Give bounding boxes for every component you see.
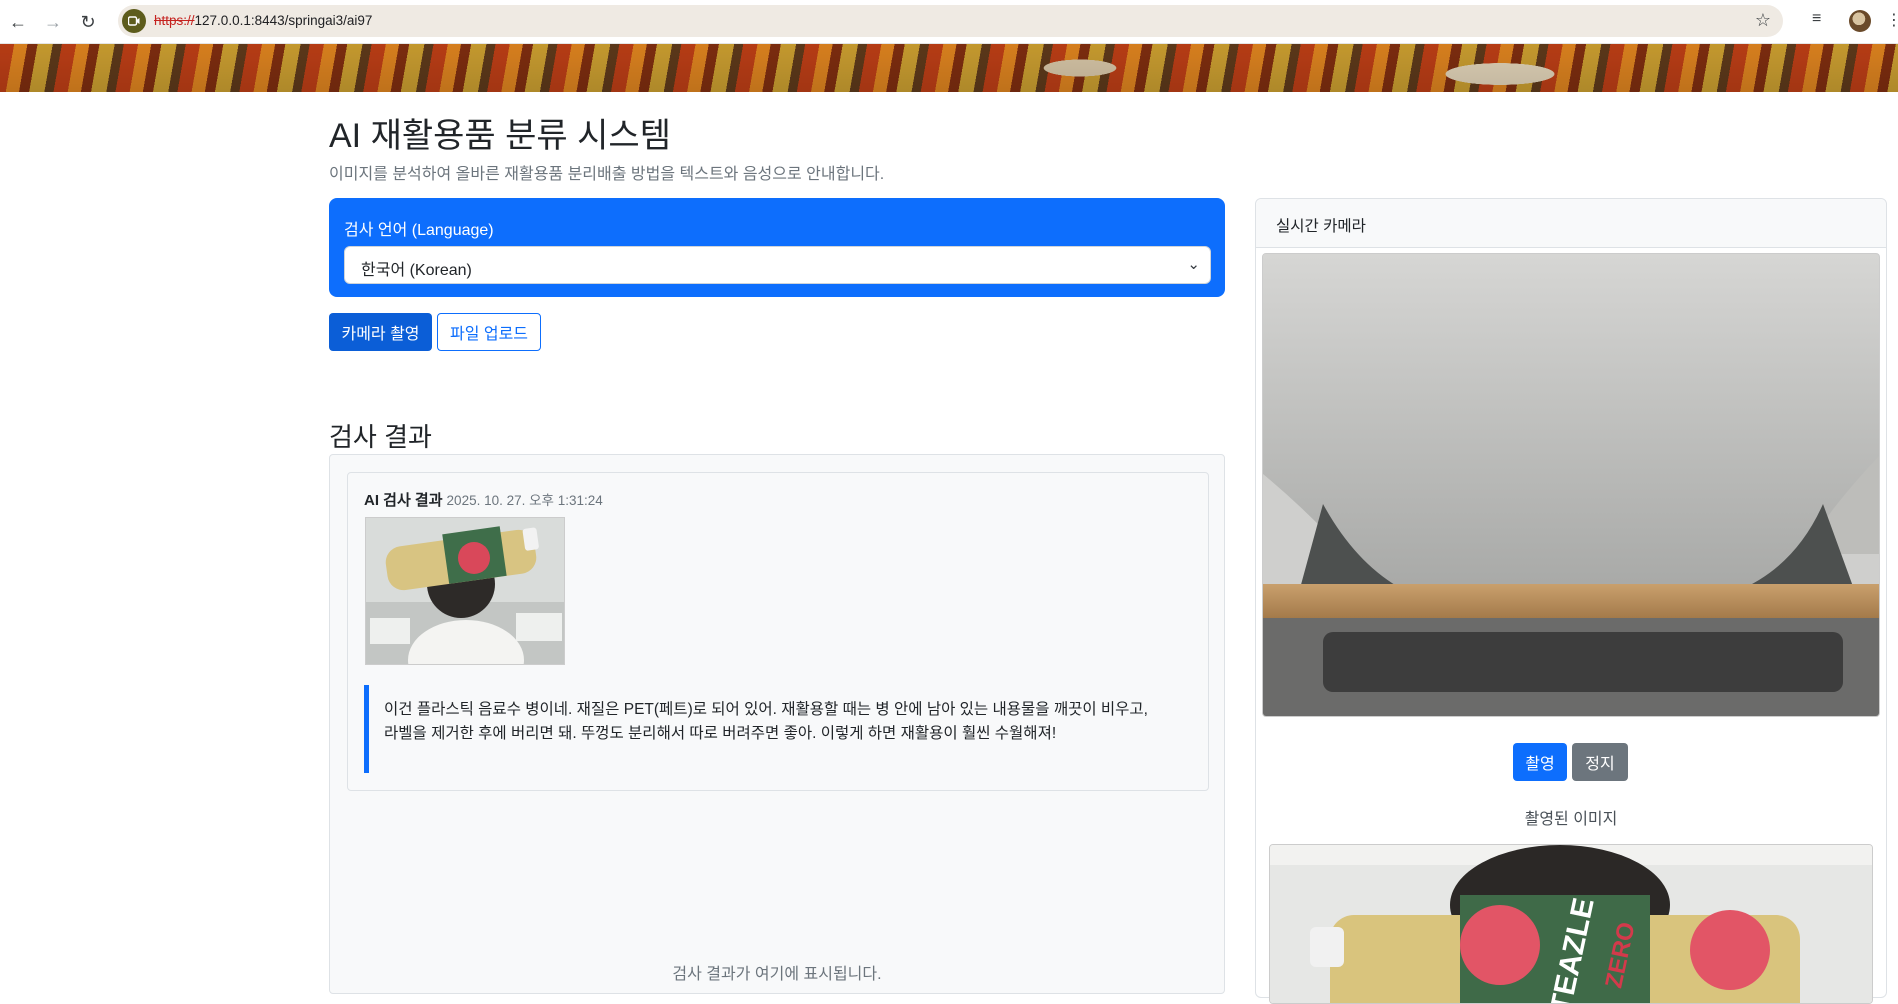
result-description: 이건 플라스틱 음료수 병이네. 재질은 PET(페트)로 되어 있어. 재활용…	[364, 685, 1176, 773]
camera-panel: 실시간 카메라 촬영 정지 촬영된 이미지 TEAZLE ZERO	[1255, 198, 1887, 1004]
captured-image-title: 촬영된 이미지	[1524, 811, 1618, 828]
file-upload-button[interactable]: 파일 업로드	[437, 313, 541, 351]
address-bar[interactable]: https://127.0.0.1:8443/springai3/ai97 ☆	[118, 5, 1783, 37]
language-label: 검사 언어 (Language)	[344, 222, 494, 239]
camera-capture-button[interactable]: 카메라 촬영	[329, 313, 432, 351]
page-title: AI 재활용품 분류 시스템	[329, 117, 671, 155]
capture-button[interactable]: 촬영	[1513, 743, 1567, 781]
results-title: 검사 결과	[329, 422, 432, 452]
chevron-down-icon: ⌄	[1187, 256, 1200, 273]
arrow-right-icon[interactable]: →	[41, 10, 65, 34]
reload-icon[interactable]: ↻	[76, 10, 100, 34]
result-thumbnail	[365, 517, 565, 665]
language-select[interactable]: 한국어 (Korean) ⌄	[344, 246, 1211, 284]
results-placeholder: 검사 결과가 여기에 표시됩니다.	[672, 966, 882, 983]
menu-dots-icon[interactable]: ⋮	[1886, 10, 1898, 30]
result-heading: AI 검사 결과 2025. 10. 27. 오후 1:31:24	[364, 489, 603, 510]
camera-panel-header: 실시간 카메라	[1256, 199, 1886, 248]
avatar[interactable]	[1849, 10, 1871, 32]
result-heading-label: AI 검사 결과	[364, 492, 443, 509]
site-camera-icon[interactable]	[122, 9, 146, 33]
browser-toolbar: ← → ↻ https://127.0.0.1:8443/springai3/a…	[0, 0, 1898, 44]
page-subtitle: 이미지를 분석하여 올바른 재활용품 분리배출 방법을 텍스트와 음성으로 안내…	[329, 166, 885, 183]
captured-image: TEAZLE ZERO	[1269, 844, 1873, 1004]
result-timestamp: 2025. 10. 27. 오후 1:31:24	[446, 493, 603, 508]
language-panel: 검사 언어 (Language) 한국어 (Korean) ⌄	[329, 198, 1225, 297]
language-select-value: 한국어 (Korean)	[361, 262, 472, 279]
url-text: https://127.0.0.1:8443/springai3/ai97	[154, 13, 373, 28]
result-card: AI 검사 결과 2025. 10. 27. 오후 1:31:24 이건 플라스틱…	[347, 472, 1209, 791]
header-banner-image	[0, 44, 1898, 92]
camera-video-feed	[1262, 253, 1880, 717]
reading-list-icon[interactable]: ≡	[1812, 10, 1821, 28]
arrow-left-icon[interactable]: ←	[6, 10, 30, 34]
star-icon[interactable]: ☆	[1755, 10, 1771, 31]
stop-button[interactable]: 정지	[1572, 743, 1628, 781]
results-container: AI 검사 결과 2025. 10. 27. 오후 1:31:24 이건 플라스틱…	[329, 454, 1225, 994]
camera-title: 실시간 카메라	[1276, 218, 1366, 235]
